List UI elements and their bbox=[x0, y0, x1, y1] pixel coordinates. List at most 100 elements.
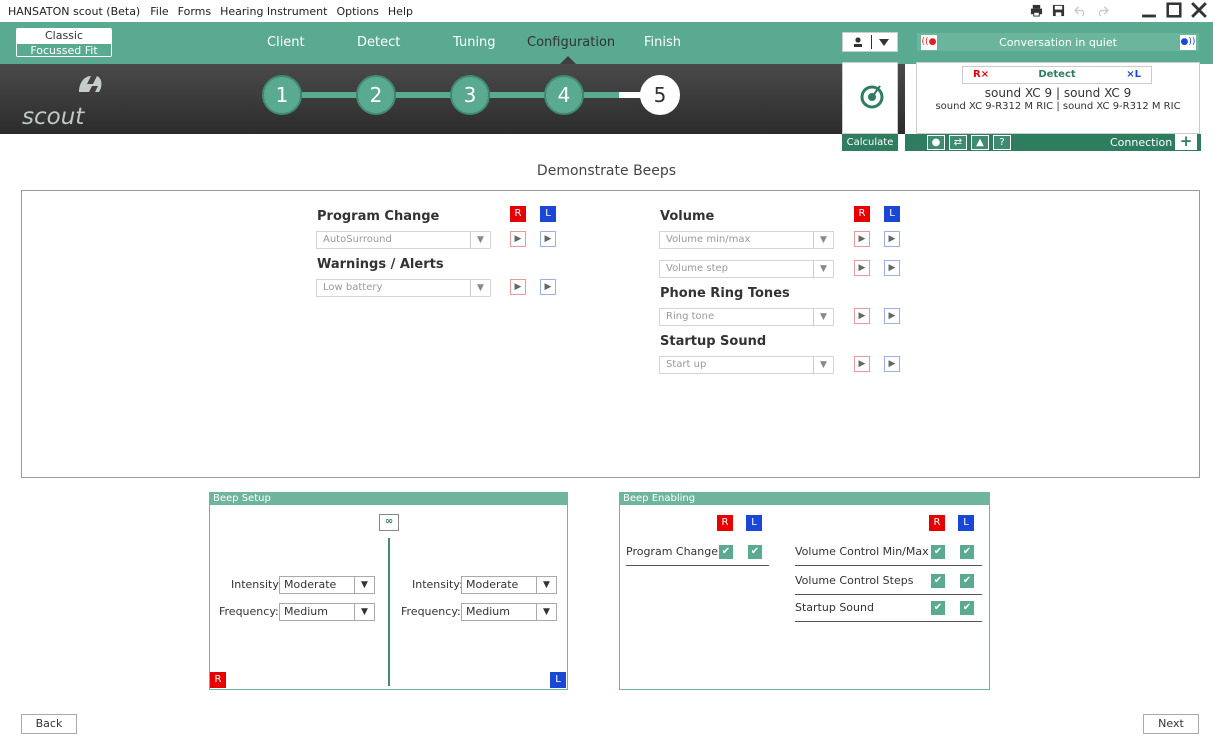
step-5[interactable]: 5 bbox=[640, 75, 680, 115]
tab-tuning[interactable]: Tuning bbox=[453, 35, 496, 50]
play-left-warnings-icon[interactable]: ▶ bbox=[540, 279, 556, 295]
right-ear-badge: R bbox=[717, 515, 733, 531]
warnings-select[interactable]: Low battery ▼ bbox=[316, 279, 491, 297]
enable-vc-minmax-label: Volume Control Min/Max bbox=[795, 545, 929, 558]
right-intensity-value: Moderate bbox=[284, 578, 337, 591]
left-intensity-value: Moderate bbox=[466, 578, 519, 591]
step-1[interactable]: 1 bbox=[262, 75, 302, 115]
left-frequency-select[interactable]: Medium ▼ bbox=[461, 603, 557, 621]
step-3[interactable]: 3 bbox=[450, 75, 490, 115]
beep-setup-title: Beep Setup bbox=[210, 493, 567, 505]
next-button[interactable]: Next bbox=[1143, 714, 1199, 734]
phone-ring-heading: Phone Ring Tones bbox=[660, 286, 790, 301]
mode-switch[interactable]: Classic Focussed Fit bbox=[16, 28, 112, 57]
program-selector[interactable]: ((● Conversation in quiet ●)) bbox=[916, 32, 1200, 52]
left-speaker-icon[interactable]: ●)) bbox=[1180, 35, 1196, 50]
detect-box[interactable]: R× Detect ×L bbox=[962, 66, 1152, 84]
volume-step-select[interactable]: Volume step ▼ bbox=[659, 260, 834, 278]
play-right-volume-minmax-icon[interactable]: ▶ bbox=[854, 231, 870, 247]
menu-options[interactable]: Options bbox=[336, 5, 378, 18]
enable-startup-left-checkbox[interactable]: ✔ bbox=[960, 601, 974, 615]
left-frequency-label: Frequency: bbox=[401, 605, 461, 618]
minimize-icon[interactable] bbox=[1141, 2, 1157, 18]
warning-icon[interactable]: ▲ bbox=[971, 135, 989, 150]
target-icon bbox=[860, 85, 884, 109]
play-left-startup-icon[interactable]: ▶ bbox=[884, 356, 900, 372]
calculate-panel[interactable] bbox=[842, 62, 898, 134]
calculate-button[interactable]: Calculate bbox=[842, 134, 898, 151]
enable-vc-minmax-left-checkbox[interactable]: ✔ bbox=[960, 545, 974, 559]
transfer-icon[interactable]: ⇄ bbox=[949, 135, 967, 150]
app-title: HANSATON scout (Beta) bbox=[8, 4, 141, 18]
right-frequency-select[interactable]: Medium ▼ bbox=[279, 603, 375, 621]
title-bar: HANSATON scout (Beta) File Forms Hearing… bbox=[0, 0, 1213, 22]
enable-vc-minmax-right-checkbox[interactable]: ✔ bbox=[931, 545, 945, 559]
save-icon[interactable] bbox=[1052, 4, 1065, 17]
ring-tone-select[interactable]: Ring tone ▼ bbox=[659, 308, 834, 326]
help-icon[interactable]: ? bbox=[993, 135, 1011, 150]
enable-vc-steps-right-checkbox[interactable]: ✔ bbox=[931, 574, 945, 588]
left-intensity-select[interactable]: Moderate ▼ bbox=[461, 576, 557, 594]
connection-bar: ● ⇄ ▲ ? Connection + bbox=[905, 134, 1201, 151]
client-icon[interactable]: ● bbox=[927, 135, 945, 150]
tab-detect[interactable]: Detect bbox=[357, 35, 400, 50]
menu-file[interactable]: File bbox=[150, 5, 168, 18]
play-right-program-change-icon[interactable]: ▶ bbox=[510, 231, 526, 247]
startup-sound-heading: Startup Sound bbox=[660, 334, 767, 349]
enable-vc-steps-left-checkbox[interactable]: ✔ bbox=[960, 574, 974, 588]
back-button[interactable]: Back bbox=[21, 714, 77, 734]
print-icon[interactable] bbox=[1030, 4, 1043, 17]
enable-program-change-right-checkbox[interactable]: ✔ bbox=[719, 545, 733, 559]
chevron-down-icon bbox=[879, 39, 889, 46]
play-left-volume-minmax-icon[interactable]: ▶ bbox=[884, 231, 900, 247]
step-4[interactable]: 4 bbox=[544, 75, 584, 115]
menu-hearing-instrument[interactable]: Hearing Instrument bbox=[220, 5, 327, 18]
undo-icon bbox=[1074, 5, 1085, 17]
menu-forms[interactable]: Forms bbox=[178, 5, 211, 18]
volume-minmax-value: Volume min/max bbox=[666, 234, 751, 245]
left-ear-badge: L bbox=[540, 206, 556, 222]
detect-label: Detect bbox=[1038, 69, 1076, 80]
connection-label[interactable]: Connection bbox=[1110, 136, 1172, 149]
mode-classic[interactable]: Classic bbox=[17, 29, 111, 43]
play-left-volume-step-icon[interactable]: ▶ bbox=[884, 260, 900, 276]
right-speaker-icon[interactable]: ((● bbox=[921, 35, 937, 50]
play-right-ring-tone-icon[interactable]: ▶ bbox=[854, 308, 870, 324]
play-left-program-change-icon[interactable]: ▶ bbox=[540, 231, 556, 247]
enable-program-change-left-checkbox[interactable]: ✔ bbox=[748, 545, 762, 559]
play-right-warnings-icon[interactable]: ▶ bbox=[510, 279, 526, 295]
demonstrate-beeps-panel bbox=[21, 190, 1200, 478]
add-connection-button[interactable]: + bbox=[1175, 134, 1197, 150]
right-ear-badge: R bbox=[510, 206, 526, 222]
redo-icon bbox=[1098, 5, 1109, 17]
right-frequency-label: Frequency: bbox=[219, 605, 279, 618]
maximize-icon[interactable] bbox=[1166, 2, 1182, 18]
play-right-startup-icon[interactable]: ▶ bbox=[854, 356, 870, 372]
close-icon[interactable] bbox=[1191, 2, 1207, 18]
device-separator: | bbox=[1056, 101, 1060, 112]
left-ear-badge: L bbox=[958, 515, 974, 531]
tab-client[interactable]: Client bbox=[267, 35, 305, 50]
program-change-select[interactable]: AutoSurround ▼ bbox=[316, 231, 491, 249]
chevron-down-icon: ▼ bbox=[813, 357, 833, 373]
active-tab-caret bbox=[560, 56, 576, 64]
link-icon[interactable]: ∞ bbox=[379, 514, 399, 531]
tab-finish[interactable]: Finish bbox=[644, 35, 681, 50]
user-selector[interactable] bbox=[842, 32, 898, 52]
volume-minmax-select[interactable]: Volume min/max ▼ bbox=[659, 231, 834, 249]
mode-focussed-fit[interactable]: Focussed Fit bbox=[17, 43, 111, 56]
play-left-ring-tone-icon[interactable]: ▶ bbox=[884, 308, 900, 324]
play-right-volume-step-icon[interactable]: ▶ bbox=[854, 260, 870, 276]
scout-logo: scout bbox=[22, 104, 85, 130]
program-change-heading: Program Change bbox=[317, 209, 440, 224]
menu-help[interactable]: Help bbox=[388, 5, 413, 18]
startup-sound-select[interactable]: Start up ▼ bbox=[659, 356, 834, 374]
step-2[interactable]: 2 bbox=[356, 75, 396, 115]
right-intensity-label: Intensity: bbox=[231, 578, 282, 591]
enable-startup-right-checkbox[interactable]: ✔ bbox=[931, 601, 945, 615]
right-intensity-select[interactable]: Moderate ▼ bbox=[279, 576, 375, 594]
tab-configuration[interactable]: Configuration bbox=[527, 35, 615, 50]
chevron-down-icon: ▼ bbox=[536, 577, 556, 593]
volume-heading: Volume bbox=[660, 209, 715, 224]
step-connector bbox=[490, 92, 548, 98]
